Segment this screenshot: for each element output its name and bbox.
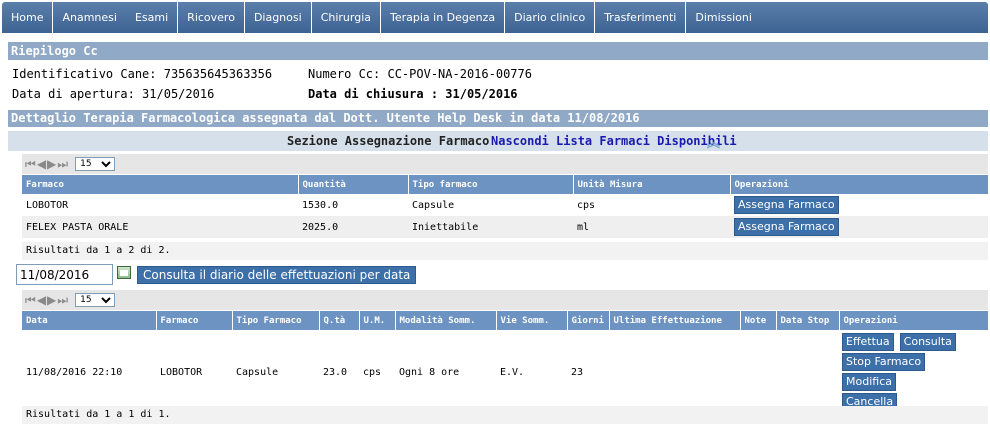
nav-trasferimenti[interactable]: Trasferimenti [595,2,687,33]
identificativo-cane: Identificativo Cane: 735635645363356 [12,67,273,81]
nav-ricovero[interactable]: Ricovero [178,2,245,33]
cell-giorni: 23 [571,366,584,378]
nav-diario-clinico[interactable]: Diario clinico [505,2,596,33]
consulta-button[interactable]: Consulta [899,333,956,351]
first-page-icon[interactable]: ⏮ [25,158,36,170]
cell-qta: 23.0 [323,366,348,378]
cell-operazioni: Assegna Farmaco [730,194,988,216]
prev-page-icon[interactable]: ◀ [37,294,46,306]
col-vie: Vie Somm. [496,311,568,330]
cell-unita: ml [573,216,730,238]
next-page-icon[interactable]: ▶ [47,294,56,306]
effettua-button[interactable]: Effettua [842,333,894,351]
cell-um: cps [363,366,382,378]
first-page-icon[interactable]: ⏮ [25,294,36,306]
nav-terapia-in-degenza[interactable]: Terapia in Degenza [381,2,506,33]
cell-tipo: Capsule [412,199,455,211]
cell-operazioni: Assegna Farmaco [730,216,988,238]
main-nav: Home Anamnesi Esami Ricovero Diagnosi Ch… [2,2,988,33]
cell-modalita: Ogni 8 ore [399,366,460,378]
table-row: LOBOTOR 1530.0 Capsule cps Assegna Farma… [22,194,988,216]
nav-dimissioni[interactable]: Dimissioni [686,2,761,33]
numero-cc: Numero Cc: CC-POV-NA-2016-00776 [308,67,532,81]
page-size-select[interactable]: 15 [75,157,116,171]
dettaglio-title: Dettaglio Terapia Farmacologica assegnat… [8,110,988,127]
cell-quantita: 2025.0 [298,216,408,238]
last-page-icon[interactable]: ⏭ [57,158,68,170]
col-ultima: Ultima Effettuazione [609,311,741,330]
col-qta: Q.tà [319,311,360,330]
nav-anamnesi[interactable]: Anamnesi [53,2,125,33]
assegna-farmaco-button[interactable]: Assegna Farmaco [734,218,839,236]
hide-farmaci-link[interactable]: Nascondi Lista Farmaci Disponibili [491,134,737,148]
cell-data-stop [776,330,839,414]
cell-data: 11/08/2016 22:10 [26,366,123,378]
terapia-table: Data Farmaco Tipo Farmaco Q.tà U.M. Moda… [22,311,989,414]
col-operazioni: Operazioni [730,175,989,194]
table-row: FELEX PASTA ORALE 2025.0 Iniettabile ml … [22,216,988,238]
cell-farmaco: LOBOTOR [160,366,203,378]
cell-operazioni: Effettua Consulta Stop Farmaco Modifica … [839,330,988,414]
data-apertura: Data di apertura: 31/05/2016 [12,87,215,101]
calendar-icon[interactable] [117,266,131,279]
data-chiusura: Data di chiusura : 31/05/2016 [308,87,518,101]
nav-home[interactable]: Home [2,2,54,33]
double-chevron-up-icon[interactable]: ︽ [707,132,720,151]
col-note: Note [740,311,777,330]
date-input[interactable] [16,264,113,285]
page-size-select[interactable]: 15 [75,293,116,307]
terapia-result-count: Risultati da 1 a 1 di 1. [22,406,988,424]
cell-farmaco: FELEX PASTA ORALE [22,216,298,238]
next-page-icon[interactable]: ▶ [47,158,56,170]
nav-diagnosi[interactable]: Diagnosi [245,2,312,33]
col-data: Data [22,311,157,330]
modifica-button[interactable]: Modifica [842,373,896,391]
cell-tipo: Iniettabile [408,216,573,238]
col-unita-misura: Unità Misura [573,175,731,194]
col-farmaco: Farmaco [156,311,233,330]
col-quantita: Quantità [298,175,409,194]
cell-vie: E.V. [500,366,525,378]
prev-page-icon[interactable]: ◀ [37,158,46,170]
cell-unita: cps [577,199,596,211]
col-data-stop: Data Stop [776,311,840,330]
cell-tipo: Capsule [236,366,279,378]
stop-farmaco-button[interactable]: Stop Farmaco [842,353,926,371]
col-um: U.M. [359,311,396,330]
assegna-farmaco-button[interactable]: Assegna Farmaco [734,196,839,214]
cell-quantita: 1530.0 [302,199,339,211]
col-tipo-farmaco: Tipo Farmaco [232,311,320,330]
consulta-diario-button[interactable]: Consulta il diario delle effettuazioni p… [137,266,417,284]
nav-esami[interactable]: Esami [126,2,179,33]
table-row: 11/08/2016 22:10 LOBOTOR Capsule 23.0 cp… [22,330,988,414]
cell-note [740,330,776,414]
pager-terapia: ⏮ ◀ ▶ ⏭ 15 [22,290,988,310]
pager-farmaci: ⏮ ◀ ▶ ⏭ 15 [22,154,988,174]
assegnazione-bar: Sezione Assegnazione Farmaco Nascondi Li… [8,131,988,151]
cell-farmaco: LOBOTOR [26,199,69,211]
farmaci-table: Farmaco Quantità Tipo farmaco Unità Misu… [22,175,989,238]
nav-chirurgia[interactable]: Chirurgia [312,2,381,33]
assegnazione-title: Sezione Assegnazione Farmaco [287,134,490,148]
col-giorni: Giorni [567,311,610,330]
farmaci-result-count: Risultati da 1 a 2 di 2. [22,242,988,260]
col-tipo-farmaco: Tipo farmaco [408,175,574,194]
cell-ultima [609,330,740,414]
last-page-icon[interactable]: ⏭ [57,294,68,306]
col-farmaco: Farmaco [22,175,299,194]
col-operazioni: Operazioni [839,311,989,330]
riepilogo-title: Riepilogo Cc [8,42,988,60]
col-modalita: Modalità Somm. [395,311,497,330]
